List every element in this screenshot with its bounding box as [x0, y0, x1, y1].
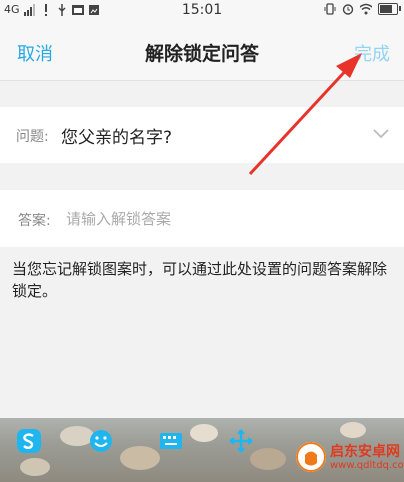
answer-row: 答案: — [0, 190, 404, 247]
background-pebble — [250, 448, 286, 470]
emoji-icon[interactable] — [88, 428, 114, 454]
wifi-icon — [360, 3, 372, 15]
question-selector[interactable]: 问题: 您父亲的名字? — [0, 107, 404, 163]
background-pebble — [20, 458, 50, 476]
nav-bar: 取消 解除锁定问答 完成 — [0, 22, 404, 81]
done-button[interactable]: 完成 — [354, 40, 390, 66]
background-pebble — [120, 446, 160, 470]
keyboard-icon[interactable] — [158, 428, 184, 454]
answer-label: 答案: — [18, 213, 51, 229]
status-bar: 4G 15:01 — [0, 0, 404, 22]
answer-input[interactable] — [64, 204, 388, 234]
question-label: 问题: — [16, 129, 49, 145]
hint-text: 当您忘记解锁图案时，可以通过此处设置的问题答案解除锁定。 — [12, 260, 388, 300]
background-pebble — [190, 424, 218, 442]
cursor-move-icon[interactable] — [228, 428, 254, 454]
chevron-down-icon — [373, 129, 389, 139]
page-title: 解除锁定问答 — [144, 43, 259, 65]
s-keyboard-icon[interactable] — [16, 428, 42, 454]
battery-icon — [378, 3, 401, 15]
watermark-title: 启东安卓网 — [330, 444, 400, 460]
watermark: 启东安卓网 www.qdltdq.com — [296, 438, 404, 478]
background-pebble — [340, 422, 366, 438]
alarm-icon — [342, 4, 354, 15]
watermark-logo-icon — [296, 442, 326, 472]
status-right — [324, 3, 401, 15]
vibrate-icon — [324, 3, 336, 15]
question-value: 您父亲的名字? — [61, 128, 173, 148]
watermark-url: www.qdltdq.com — [330, 460, 404, 471]
